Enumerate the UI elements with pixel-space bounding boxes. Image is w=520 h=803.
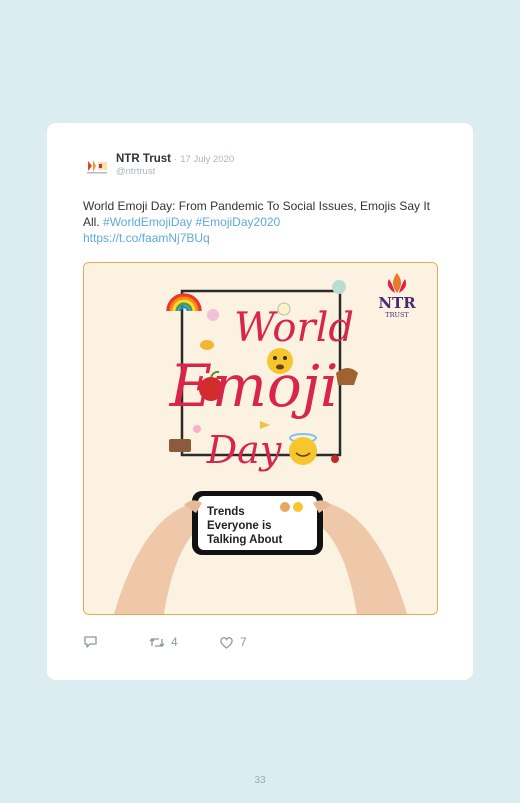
like-button[interactable]: 7 [219,635,247,649]
tweet-date[interactable]: 17 July 2020 [180,154,234,165]
phone-image: Trends Everyone is Talking About [192,491,323,555]
phone-text-2: Everyone is [207,520,272,532]
author-name[interactable]: NTR Trust [116,153,171,165]
taco-emoji-icon [200,340,214,350]
page-number: 33 [254,775,266,786]
retweet-icon [149,637,165,647]
tweet-text: World Emoji Day: From Pandemic To Social… [83,198,443,246]
tweet-image[interactable]: World Emoji Day NTR TRUST Trends Everyon… [83,262,438,615]
like-icon [220,636,233,649]
separator: · [174,154,178,165]
title-day: Day [206,428,282,472]
title-emoji: Emoji [169,352,339,420]
logo-text: NTR [378,294,416,312]
hashtag-world-emoji-day[interactable]: #WorldEmojiDay [103,215,192,229]
reply-button[interactable] [83,635,98,649]
tweet-link[interactable]: https://t.co/faamNj7BUq [83,231,210,245]
flower-emoji-icon [193,425,201,433]
retweet-button[interactable]: 4 [149,635,178,649]
tweet-card: NTR Trust · 17 July 2020 @ntrtrust World… [47,123,473,680]
author-row: NTR Trust · 17 July 2020 [116,153,234,165]
hashtag-emoji-day-2020[interactable]: #EmojiDay2020 [196,215,281,229]
title-world: World [234,305,354,351]
person-raising-hand-icon [280,502,290,512]
small-emoji-icon [207,309,219,321]
person-emoji-icon [332,280,346,294]
cherries-icon [331,455,339,463]
logo-subtext: TRUST [385,311,409,319]
avatar[interactable] [83,156,111,176]
face-icon [293,502,303,512]
train-emoji-icon [169,439,191,452]
phone-text-3: Talking About [207,534,283,546]
reply-icon [84,636,97,648]
author-handle[interactable]: @ntrtrust [116,166,155,177]
like-count: 7 [240,635,247,649]
retweet-count: 4 [171,635,178,649]
phone-text-1: Trends [207,506,245,518]
